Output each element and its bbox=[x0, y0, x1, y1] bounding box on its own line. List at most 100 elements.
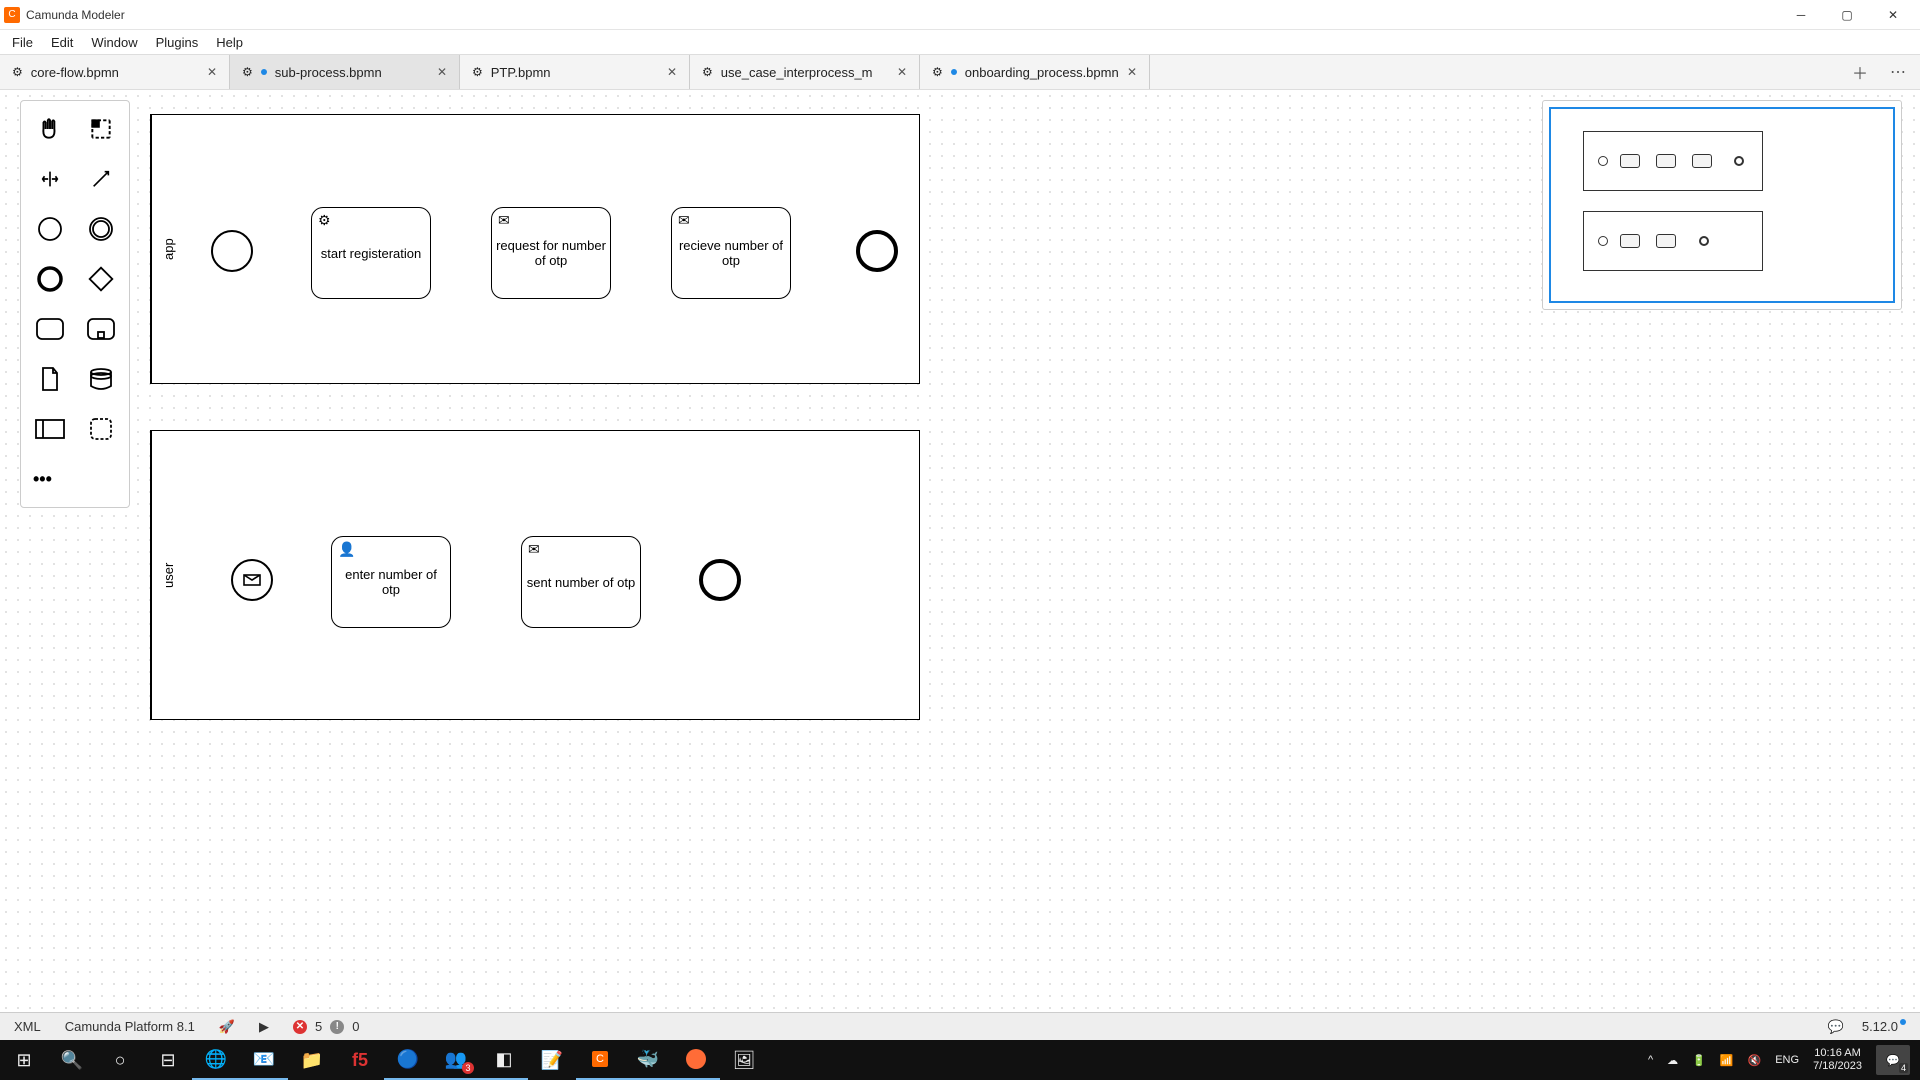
canvas-area[interactable]: ••• app ⚙ start registeration ✉ request … bbox=[0, 90, 1920, 1012]
close-tab-icon[interactable]: ✕ bbox=[1127, 65, 1137, 79]
app-title: Camunda Modeler bbox=[26, 8, 1778, 22]
task-label: start registeration bbox=[321, 246, 421, 261]
task-label: sent number of otp bbox=[527, 575, 635, 590]
new-tab-button[interactable]: ＋ bbox=[1852, 60, 1868, 84]
create-group[interactable] bbox=[78, 409, 123, 449]
camunda-app[interactable]: C bbox=[576, 1040, 624, 1080]
explorer-app[interactable]: 📁 bbox=[288, 1040, 336, 1080]
close-tab-icon[interactable]: ✕ bbox=[667, 65, 677, 79]
palette-more-button[interactable]: ••• bbox=[27, 459, 123, 499]
error-icon: ✕ bbox=[293, 1020, 307, 1034]
cortana-button[interactable]: ○ bbox=[96, 1040, 144, 1080]
ime-label[interactable]: ENG bbox=[1775, 1054, 1799, 1066]
space-tool[interactable] bbox=[27, 159, 72, 199]
menu-plugins[interactable]: Plugins bbox=[156, 35, 199, 50]
task-sent-otp[interactable]: ✉ sent number of otp bbox=[521, 536, 641, 628]
task-label: request for number of otp bbox=[496, 238, 606, 268]
gear-icon: ⚙ bbox=[932, 65, 943, 79]
tab-label: core-flow.bpmn bbox=[31, 65, 119, 80]
xml-toggle[interactable]: XML bbox=[14, 1019, 41, 1034]
edge-app[interactable]: 🌐 bbox=[192, 1040, 240, 1080]
create-data-store[interactable] bbox=[78, 359, 123, 399]
close-tab-icon[interactable]: ✕ bbox=[897, 65, 907, 79]
close-tab-icon[interactable]: ✕ bbox=[437, 65, 447, 79]
clock-time: 10:16 AM bbox=[1813, 1047, 1862, 1060]
task-receive-otp[interactable]: ✉ recieve number of otp bbox=[671, 207, 791, 299]
problems-indicator[interactable]: ✕ 5 ! 0 bbox=[293, 1019, 359, 1034]
tab-ptp[interactable]: ⚙ PTP.bpmn ✕ bbox=[460, 55, 690, 89]
platform-label[interactable]: Camunda Platform 8.1 bbox=[65, 1019, 195, 1034]
global-connect-tool[interactable] bbox=[78, 159, 123, 199]
create-gateway[interactable] bbox=[78, 259, 123, 299]
gear-icon: ⚙ bbox=[472, 65, 483, 79]
wifi-icon[interactable]: 📶 bbox=[1720, 1054, 1734, 1067]
tab-bar: ⚙ core-flow.bpmn ✕ ⚙ sub-process.bpmn ✕ … bbox=[0, 54, 1920, 90]
intellij-app[interactable]: ◧ bbox=[480, 1040, 528, 1080]
docker-app[interactable]: 🐳 bbox=[624, 1040, 672, 1080]
menu-file[interactable]: File bbox=[12, 35, 33, 50]
tab-usecase[interactable]: ⚙ use_case_interprocess_m ✕ bbox=[690, 55, 920, 89]
task-request-otp[interactable]: ✉ request for number of otp bbox=[491, 207, 611, 299]
postman-app[interactable] bbox=[672, 1040, 720, 1080]
create-pool[interactable] bbox=[27, 409, 72, 449]
tab-core-flow[interactable]: ⚙ core-flow.bpmn ✕ bbox=[0, 55, 230, 89]
chrome-app[interactable]: 🔵 bbox=[384, 1040, 432, 1080]
pool-user[interactable]: user 👤 enter number of otp ✉ sent number… bbox=[150, 430, 920, 720]
deploy-icon[interactable]: 🚀 bbox=[219, 1019, 235, 1035]
tab-label: use_case_interprocess_m bbox=[721, 65, 873, 80]
volume-icon[interactable]: 🔇 bbox=[1748, 1054, 1762, 1067]
user-task-icon: 👤 bbox=[338, 541, 355, 558]
task-start-registration[interactable]: ⚙ start registeration bbox=[311, 207, 431, 299]
title-bar: C Camunda Modeler ─ ▢ ✕ bbox=[0, 0, 1920, 30]
task-view-button[interactable]: ⊟ bbox=[144, 1040, 192, 1080]
app-icon: C bbox=[4, 7, 20, 23]
menu-bar: File Edit Window Plugins Help bbox=[0, 30, 1920, 54]
badge: 3 bbox=[462, 1062, 474, 1074]
create-data-object[interactable] bbox=[27, 359, 72, 399]
menu-help[interactable]: Help bbox=[216, 35, 243, 50]
play-icon[interactable]: ▶ bbox=[259, 1019, 269, 1035]
minimap[interactable] bbox=[1542, 100, 1902, 310]
search-button[interactable]: 🔍 bbox=[48, 1040, 96, 1080]
tab-label: sub-process.bpmn bbox=[275, 65, 382, 80]
clock[interactable]: 10:16 AM 7/18/2023 bbox=[1813, 1047, 1862, 1073]
create-task[interactable] bbox=[27, 309, 72, 349]
menu-edit[interactable]: Edit bbox=[51, 35, 73, 50]
close-window-button[interactable]: ✕ bbox=[1870, 0, 1916, 30]
task-enter-otp[interactable]: 👤 enter number of otp bbox=[331, 536, 451, 628]
error-count: 5 bbox=[315, 1019, 322, 1034]
minimap-pool bbox=[1583, 131, 1763, 191]
tab-onboarding[interactable]: ⚙ onboarding_process.bpmn ✕ bbox=[920, 55, 1150, 89]
hand-tool[interactable] bbox=[27, 109, 72, 149]
teams-app[interactable]: 👥3 bbox=[432, 1040, 480, 1080]
status-bar: XML Camunda Platform 8.1 🚀 ▶ ✕ 5 ! 0 💬 5… bbox=[0, 1012, 1920, 1040]
end-event-user[interactable] bbox=[699, 559, 741, 601]
create-intermediate-event[interactable] bbox=[78, 209, 123, 249]
tab-menu-button[interactable]: ⋯ bbox=[1890, 62, 1906, 82]
end-event-app[interactable] bbox=[856, 230, 898, 272]
outlook-app[interactable]: 📧 bbox=[240, 1040, 288, 1080]
menu-window[interactable]: Window bbox=[91, 35, 137, 50]
create-end-event[interactable] bbox=[27, 259, 72, 299]
action-center-button[interactable]: 💬4 bbox=[1876, 1045, 1910, 1075]
send-task-icon: ✉ bbox=[498, 212, 510, 229]
create-subprocess[interactable] bbox=[78, 309, 123, 349]
tab-sub-process[interactable]: ⚙ sub-process.bpmn ✕ bbox=[230, 55, 460, 89]
start-menu-button[interactable]: ⊞ bbox=[0, 1040, 48, 1080]
photos-app[interactable]: 🖼 bbox=[720, 1040, 768, 1080]
tray-expand-icon[interactable]: ^ bbox=[1648, 1054, 1653, 1066]
minimize-button[interactable]: ─ bbox=[1778, 0, 1824, 30]
message-start-event[interactable] bbox=[231, 559, 273, 601]
feedback-icon[interactable]: 💬 bbox=[1828, 1019, 1844, 1035]
create-start-event[interactable] bbox=[27, 209, 72, 249]
battery-icon[interactable]: 🔋 bbox=[1692, 1054, 1706, 1067]
tab-label: onboarding_process.bpmn bbox=[965, 65, 1119, 80]
lasso-tool[interactable] bbox=[78, 109, 123, 149]
task-label: enter number of otp bbox=[336, 567, 446, 597]
minimap-pool bbox=[1583, 211, 1763, 271]
close-tab-icon[interactable]: ✕ bbox=[207, 65, 217, 79]
f5-app[interactable]: f5 bbox=[336, 1040, 384, 1080]
notepad-app[interactable]: 📝 bbox=[528, 1040, 576, 1080]
maximize-button[interactable]: ▢ bbox=[1824, 0, 1870, 30]
onedrive-icon[interactable]: ☁ bbox=[1667, 1054, 1678, 1067]
